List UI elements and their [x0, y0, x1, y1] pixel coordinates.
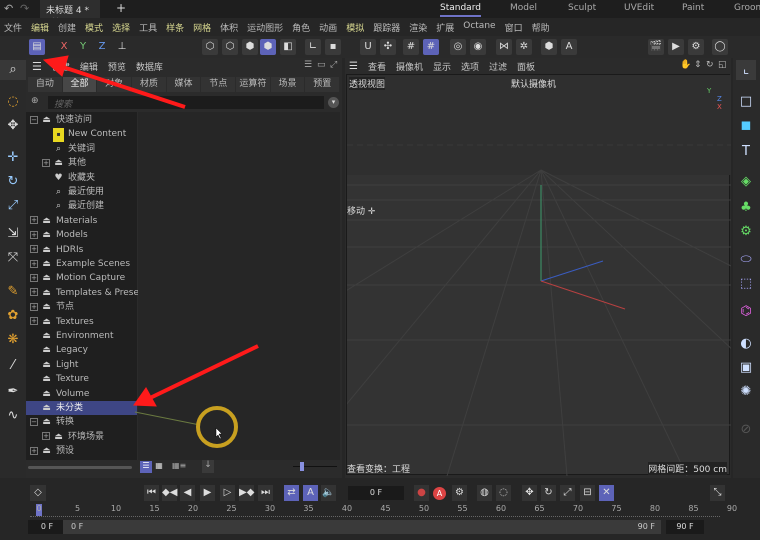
mouse-cursor-icon	[215, 427, 223, 440]
annotation-arrow	[59, 64, 186, 109]
annotation-arrowhead	[42, 55, 69, 77]
annotation-overlay	[42, 55, 259, 448]
cursor-highlight-ring	[196, 406, 238, 448]
annotation-arrow	[149, 344, 259, 400]
